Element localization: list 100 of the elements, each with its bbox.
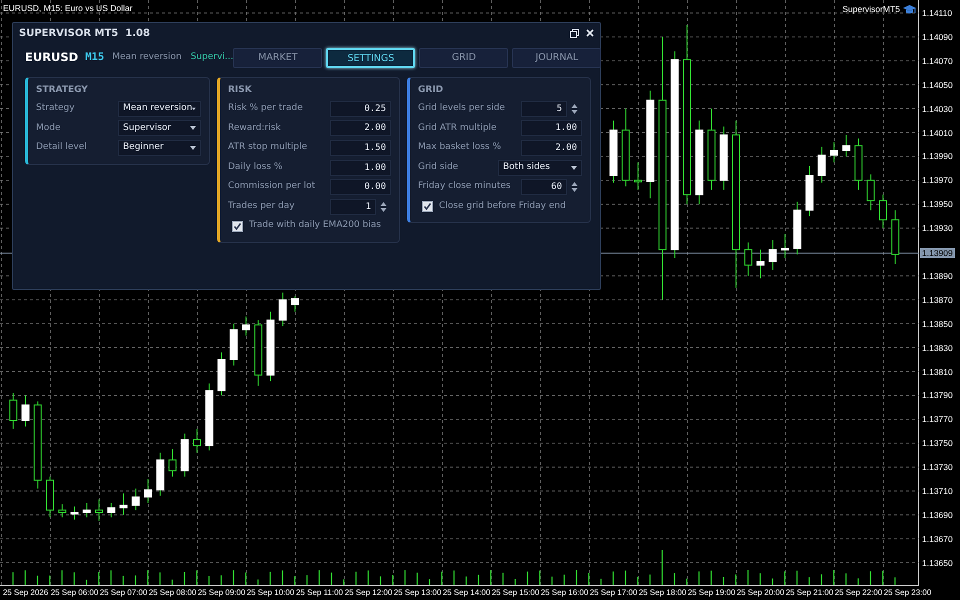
price-label: 1.13690 [922,510,953,520]
spin-field[interactable]: 5 [521,100,567,117]
time-label: 25 Sep 14:00 [442,587,490,599]
time-label: 25 Sep 10:00 [246,587,294,599]
dropdown[interactable]: Beginner [118,140,201,156]
price-label: 1.13750 [922,438,953,448]
input-field[interactable]: 1.00 [330,160,391,176]
candle [842,134,850,157]
time-label: 25 Sep 21:00 [786,587,834,599]
spinner-arrows-icon [380,200,387,213]
time-label: 25 Sep 12:00 [344,587,392,599]
input-field[interactable]: 0.25 [330,100,391,117]
price-label: 1.13850 [922,318,953,329]
price-label: 1.14010 [922,128,953,138]
checkbox[interactable] [232,220,243,232]
time-label: 25 Sep 23:00 [884,587,932,599]
field-label: Max basket loss % [418,141,502,154]
spinner-arrows-icon [571,181,578,194]
input-field[interactable]: 2.00 [521,140,582,156]
field-label: Detail level [36,141,88,154]
time-label: 25 Sep 18:00 [638,587,686,599]
checkbox-label: Close grid before Friday end [439,200,566,213]
checkbox[interactable] [422,200,433,212]
caret-icon [190,126,196,130]
candle [82,502,91,518]
time-label: 25 Sep 15:00 [492,587,540,599]
field-label: Risk % per trade [228,102,304,116]
field-label: Grid side [418,160,460,174]
field-label: Commission per lot [228,180,316,194]
field-label: Grid ATR multiple [418,122,498,135]
candle [205,382,214,451]
section-title: RISK [228,84,253,97]
candle [46,476,54,518]
time-label: 25 Sep 06:00 [50,587,98,599]
candle [720,126,728,190]
time-label: 25 Sep 19:00 [688,587,736,599]
dropdown[interactable]: Both sides [498,160,582,176]
time-label: 25 Sep 17:00 [590,587,638,599]
checkbox-label: Trade with daily EMA200 bias [249,219,381,232]
timeframe-label: M15 [85,50,104,66]
expert-name: SupervisorMT5 [842,3,900,16]
price-label: 1.13770 [922,414,953,424]
time-label: 25 Sep 2026 [2,587,50,599]
version-label: 1.08 [125,26,150,40]
input-field[interactable]: 1.00 [521,120,582,136]
time-label: 25 Sep 13:00 [394,587,442,599]
candle [866,174,875,211]
candle [58,504,66,518]
candle [230,323,238,366]
candle [891,210,900,264]
panel-title: SUPERVISOR MT5 [19,26,118,40]
input-field[interactable]: 0.00 [330,179,391,196]
strategy-label: Mean reversion [112,51,182,64]
candle [854,138,862,190]
caret-icon [190,146,196,150]
candle [120,492,128,516]
tab[interactable]: MARKET [233,48,322,68]
price-label: 1.14110 [922,8,952,18]
candle [830,142,838,163]
candle [291,296,299,312]
candle [242,316,250,336]
dropdown[interactable]: Mean reversion [118,100,201,117]
time-label: 25 Sep 20:00 [736,587,784,599]
price-label: 1.13790 [922,390,953,400]
spin-field[interactable]: 60 [521,179,567,196]
price-label: 1.13970 [922,175,953,186]
price-label: 1.13710 [922,486,953,496]
input-field[interactable]: 2.00 [330,120,391,136]
price-label: 1.14090 [922,32,953,42]
candle [768,240,777,270]
time-label: 25 Sep 16:00 [540,587,588,599]
field-label: Daily loss % [228,160,284,174]
field-label: Reward:risk [228,122,282,135]
candle [168,448,176,478]
price-label: 1.14050 [922,80,953,90]
tab[interactable]: SETTINGS [326,48,416,68]
tab[interactable]: JOURNAL [512,48,602,68]
time-label: 25 Sep 08:00 [148,587,196,599]
price-label: 1.13810 [922,366,953,376]
price-label: 1.13670 [922,534,953,544]
time-label: 25 Sep 11:00 [296,587,344,599]
chart-title: EURUSD, M15: Euro vs US Dollar [3,2,132,15]
price-label: 1.13990 [922,151,953,162]
candle [9,392,18,430]
spin-field[interactable]: 1 [330,198,376,215]
input-field[interactable]: 1.50 [330,140,391,156]
candle [132,488,140,511]
candle [218,352,226,396]
candle [781,234,789,258]
candle [610,120,618,184]
price-label: 1.13730 [922,462,953,472]
candle [254,320,262,386]
field-label: Mode [36,122,62,135]
candle [278,292,287,327]
candle [144,478,152,504]
dropdown[interactable]: Supervisor [118,120,201,136]
field-label: Friday close minutes [418,180,512,194]
price-label: 1.14070 [922,56,953,66]
tab[interactable]: GRID [419,48,508,68]
candle [266,311,274,382]
